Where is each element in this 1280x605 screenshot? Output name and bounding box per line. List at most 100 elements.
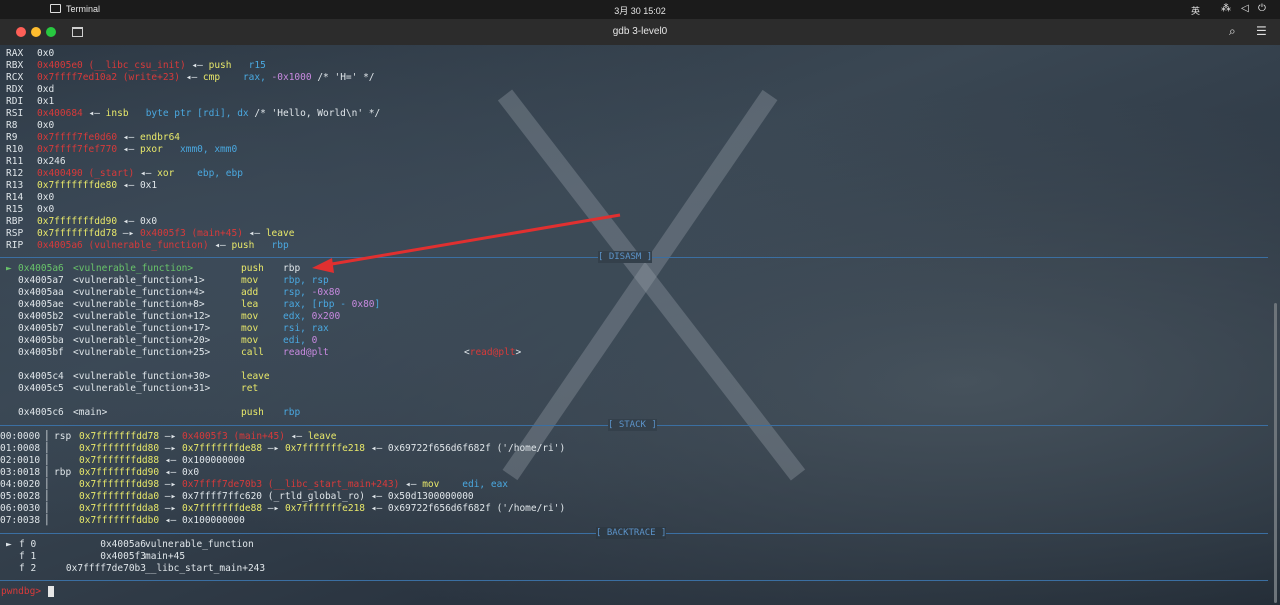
- stack-part: ◂— 0x100000000: [159, 515, 245, 526]
- instruction-symbol: <vulnerable_function+31>: [73, 383, 211, 394]
- stack-divider: │: [44, 491, 50, 502]
- register-part: 0x400684: [37, 108, 83, 119]
- stack-part: 0x4005f3 (main+45): [181, 431, 285, 442]
- stack-part: 0x7fffffffe218: [284, 443, 366, 454]
- input-method-indicator[interactable]: 英: [1191, 4, 1200, 17]
- register-part: ◂—: [180, 72, 203, 83]
- stack-part: 0x7fffffffe218: [284, 503, 366, 514]
- instruction-operand-part: 0x200: [311, 311, 341, 322]
- minimize-window-button[interactable]: [31, 27, 41, 37]
- instruction-opcode: mov: [241, 323, 259, 334]
- instruction-operand-part: read@plt: [283, 347, 329, 358]
- register-name: RIP: [6, 240, 24, 251]
- close-window-button[interactable]: [16, 27, 26, 37]
- instruction-operand-part: 0: [311, 335, 318, 346]
- register-part: xmm0, xmm0: [162, 144, 238, 155]
- frame-number: f 0: [19, 539, 37, 550]
- register-value: 0x0: [37, 192, 54, 204]
- stack-part: ◂— 0x0: [159, 467, 200, 478]
- stack-divider: │: [44, 443, 50, 454]
- stack-divider: │: [44, 455, 50, 466]
- stack-value: 0x7fffffffdd98 —▸ 0x7ffff7de70b3 (__libc…: [79, 479, 508, 491]
- stack-offset: 00:0000: [0, 431, 41, 442]
- stack-part: 0x7fffffffde88: [181, 503, 263, 514]
- terminal-pane[interactable]: RAX 0x0 RBX 0x4005e0 (__libc_csu_init) ◂— p…: [0, 45, 1280, 605]
- scrollbar[interactable]: [1274, 303, 1277, 603]
- register-part: ◂— 0x1: [117, 180, 158, 191]
- instruction-operand-part: rsi, rax: [283, 323, 329, 334]
- stack-part: —▸: [159, 479, 182, 490]
- register-name: RAX: [6, 48, 24, 59]
- register-part: r15: [231, 60, 266, 71]
- new-tab-icon[interactable]: [72, 27, 83, 37]
- prompt-separator: [0, 580, 1268, 581]
- volume-icon[interactable]: ◁: [1241, 3, 1249, 14]
- frame-symbol: __libc_start_main+243: [145, 563, 266, 574]
- instruction-operand-value: read@plt: [283, 347, 329, 359]
- stack-value: 0x7fffffffdda8 —▸ 0x7fffffffde88 —▸ 0x7f…: [79, 503, 565, 515]
- register-name: RDX: [6, 84, 24, 95]
- register-part: rax,: [220, 72, 272, 83]
- stack-value: 0x7fffffffdda0 —▸ 0x7ffff7ffc620 (_rtld_…: [79, 491, 474, 503]
- instruction-address: 0x4005b7: [18, 323, 64, 334]
- instruction-address: 0x4005bf: [18, 347, 64, 358]
- instruction-symbol: <vulnerable_function+20>: [73, 335, 211, 346]
- frame-symbol: vulnerable_function: [145, 539, 254, 550]
- register-value: 0x0: [37, 48, 54, 60]
- register-name: R9: [6, 132, 18, 143]
- instruction-call-target-part: >: [515, 347, 522, 358]
- register-part: 0x0: [37, 204, 55, 215]
- stack-part: —▸: [262, 443, 285, 454]
- stack-register: rbp: [54, 467, 72, 478]
- stack-part: ◂— 0x69722f656d6f682f ('/home/ri'): [365, 503, 566, 514]
- active-app-name[interactable]: Terminal: [66, 4, 100, 14]
- stack-value: 0x7fffffffdd80 —▸ 0x7fffffffde88 —▸ 0x7f…: [79, 443, 565, 455]
- instruction-opcode: add: [241, 287, 259, 298]
- stack-part: 0x7fffffffdd80: [79, 443, 160, 454]
- search-icon[interactable]: ⌕: [1229, 24, 1236, 39]
- stack-offset: 03:0018: [0, 467, 41, 478]
- register-part: 0x400490 (_start): [37, 168, 135, 179]
- window-title: gdb 3-level0: [612, 26, 668, 37]
- register-part: —▸: [117, 228, 140, 239]
- register-part: 0x4005a6 (vulnerable_function): [37, 240, 209, 251]
- instruction-opcode: push: [241, 407, 264, 418]
- instruction-operand-value: rbp: [283, 407, 300, 419]
- register-name: R12: [6, 168, 24, 179]
- instruction-symbol: <vulnerable_function+12>: [73, 311, 211, 322]
- frame-address: 0x7ffff7de70b3: [65, 563, 146, 574]
- stack-part: leave: [307, 431, 337, 442]
- maximize-window-button[interactable]: [46, 27, 56, 37]
- network-icon[interactable]: ⁂: [1221, 3, 1231, 14]
- register-part: 0x7ffff7fef770: [37, 144, 118, 155]
- instruction-opcode: ret: [241, 383, 259, 394]
- stack-offset: 04:0020: [0, 479, 41, 490]
- prompt-line[interactable]: pwndbg>: [0, 586, 41, 598]
- register-value: 0xd: [37, 84, 54, 96]
- register-part: push: [208, 60, 232, 71]
- instruction-operand-part: rbp, rsp: [283, 275, 329, 286]
- stack-offset: 01:0008: [0, 443, 41, 454]
- instruction-opcode: leave: [241, 371, 270, 382]
- register-part: 0x1: [37, 96, 55, 107]
- instruction-address: 0x4005ae: [18, 299, 64, 310]
- power-icon[interactable]: ⏻: [1258, 3, 1266, 14]
- stack-part: —▸: [159, 443, 182, 454]
- register-value: 0x7fffffffdd78 —▸ 0x4005f3 (main+45) ◂— …: [37, 228, 294, 240]
- register-part: 0x7fffffffdd90: [37, 216, 118, 227]
- register-name: RSP: [6, 228, 24, 239]
- stack-part: 0x7fffffffdda8: [79, 503, 160, 514]
- terminal-cursor: [48, 586, 54, 597]
- instruction-symbol: <vulnerable_function>: [73, 263, 194, 274]
- stack-part: 0x7fffffffdda0: [79, 491, 160, 502]
- menu-icon[interactable]: ☰: [1256, 24, 1267, 38]
- register-name: RCX: [6, 72, 24, 83]
- register-value: 0x7fffffffdd90 ◂— 0x0: [37, 216, 157, 228]
- register-part: endbr64: [139, 132, 181, 143]
- frame-number: f 1: [19, 551, 37, 562]
- instruction-operand-part: ]: [374, 299, 381, 310]
- stack-part: ◂—: [284, 431, 308, 442]
- current-frame-marker-icon: ►: [6, 539, 12, 550]
- instruction-address: 0x4005c5: [18, 383, 64, 394]
- register-part: 0x0: [37, 192, 55, 203]
